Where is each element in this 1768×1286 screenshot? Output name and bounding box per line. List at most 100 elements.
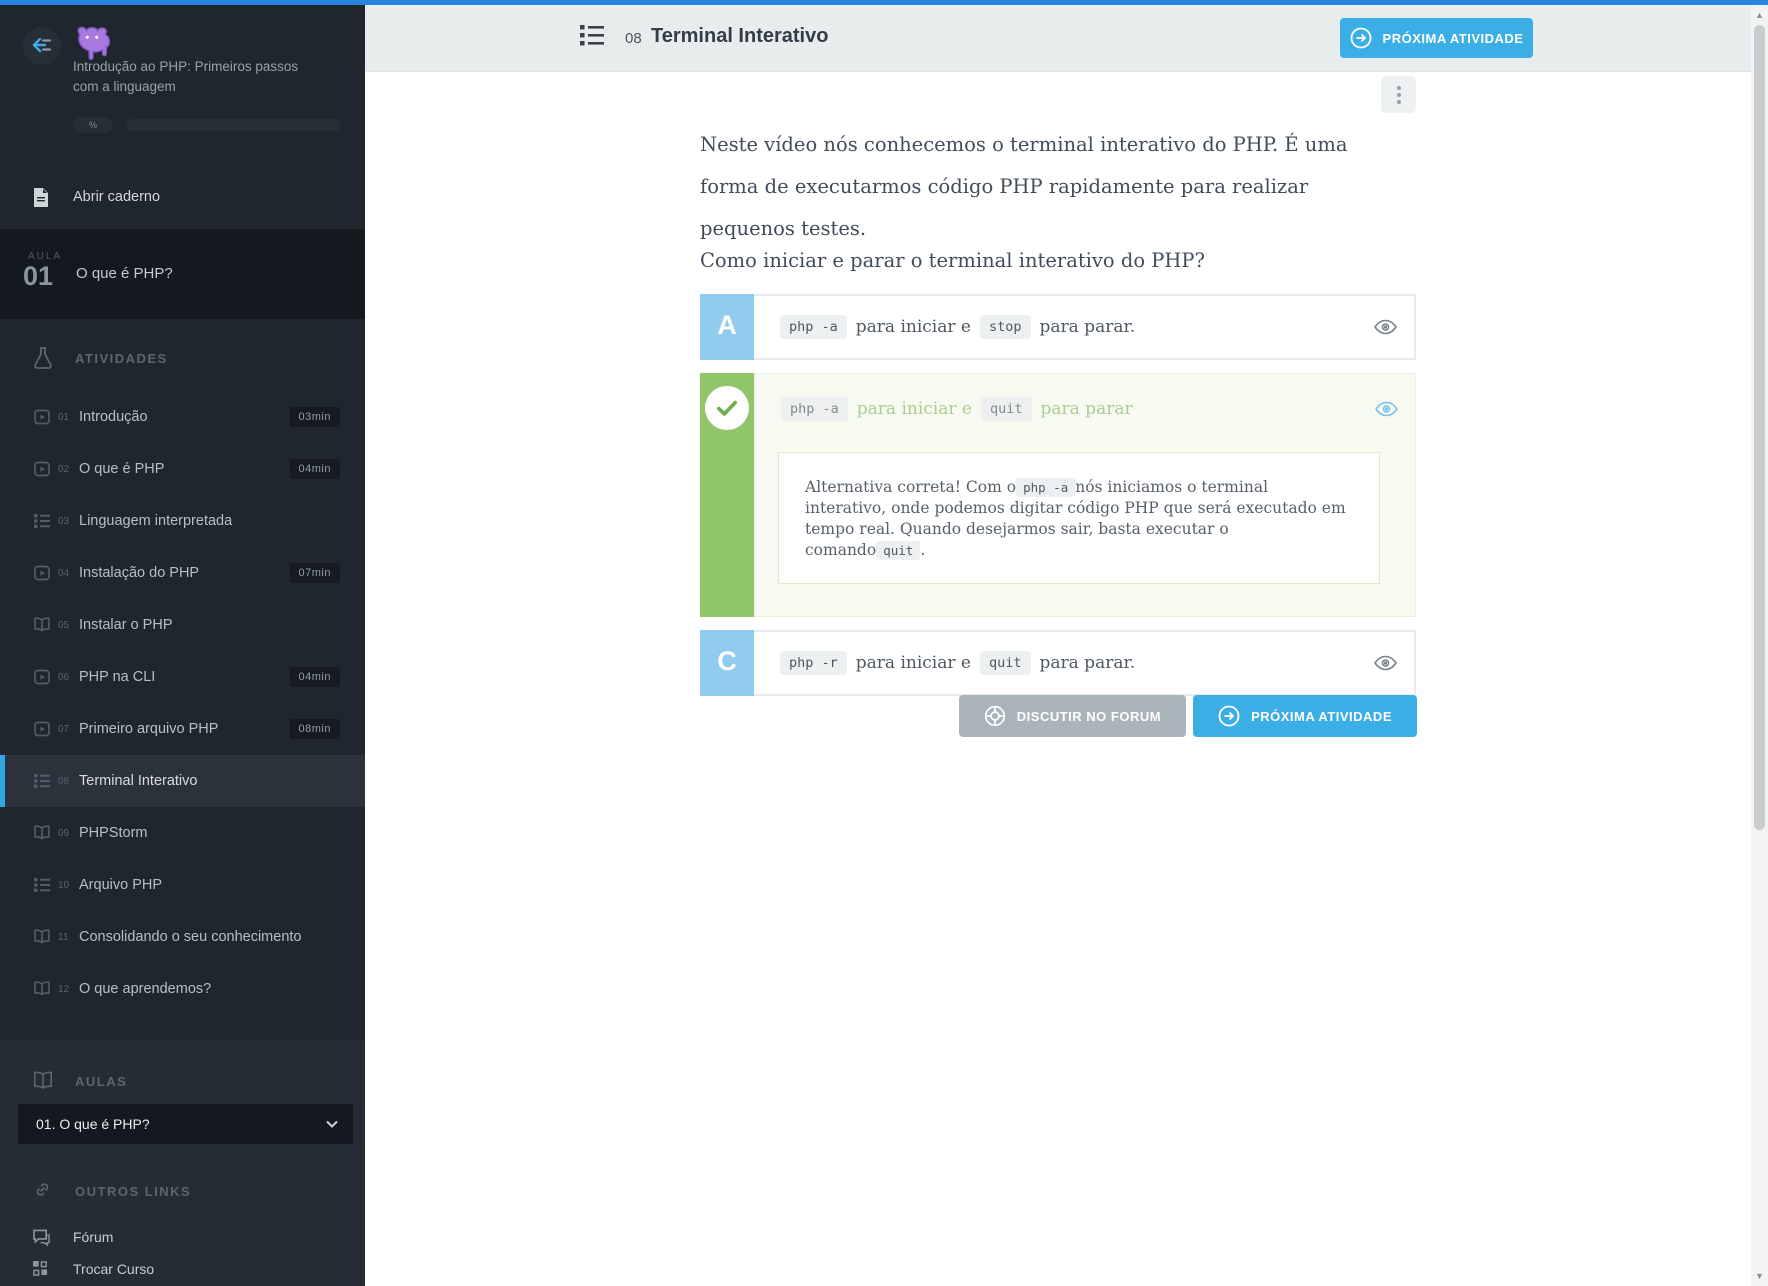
activity-label: O que é PHP [79,461,165,477]
next-activity-button-top[interactable]: PRÓXIMA ATIVIDADE [1340,18,1533,58]
reveal-answer-eye-icon[interactable] [1373,651,1398,676]
sidebar-activity-item[interactable]: 02 O que é PHP 04min [0,443,365,495]
answer-text-segment: para iniciar e [855,317,971,337]
activity-label: PHP na CLI [79,669,156,685]
current-lesson-banner[interactable]: AULA 01 O que é PHP? [0,229,365,319]
sidebar-activity-item[interactable]: 07 Primeiro arquivo PHP 08min [0,703,365,755]
option-letter: A [717,310,737,340]
sidebar-activity-item[interactable]: 06 PHP na CLI 04min [0,651,365,703]
reveal-answer-eye-icon[interactable] [1374,397,1399,422]
option-answer-text: php -r para iniciar e quit para parar. [754,632,1414,694]
discuss-forum-button[interactable]: DISCUTIR NO FORUM [958,695,1187,737]
main-content: 08 Terminal Interativo PRÓXIMA ATIVIDADE… [365,5,1751,1286]
sidebar-activity-item[interactable]: 10 Arquivo PHP [0,859,365,911]
arrow-right-circle-icon [1218,705,1240,727]
activity-number: 08 [58,775,70,787]
lesson-select-value: 01. O que é PHP? [36,1116,150,1132]
answer-feedback: Alternativa correta! Com o php -a nós inic… [778,452,1380,584]
activity-number: 03 [58,515,70,527]
sidebar-bottom-section: AULAS 01. O que é PHP? OUTROS LINKS Fóru… [0,1040,365,1286]
sidebar-activity-item[interactable]: 03 Linguagem interpretada [0,495,365,547]
code-chip: quit [980,397,1032,421]
arrow-right-circle-icon [1350,27,1372,49]
activity-label: Terminal Interativo [79,773,198,789]
lesson-title: O que é PHP? [76,265,173,282]
progress-percent-badge: % [73,117,114,133]
option-marker: C [700,630,754,696]
course-title: Introdução ao PHP: Primeiros passos com … [73,59,299,94]
other-links-section-label: OUTROS LINKS [75,1183,192,1199]
video-activity-icon [34,565,50,581]
reading-book-icon [34,825,50,841]
option-body: php -a para iniciar e quit para parar Alter… [754,373,1416,617]
video-activity-icon [34,669,50,685]
sidebar-activity-item[interactable]: 01 Introdução 03min [0,391,365,443]
activity-duration-badge: 03min [289,407,340,427]
aulas-section-label: AULAS [75,1073,128,1089]
discuss-forum-label: DISCUTIR NO FORUM [1016,708,1162,724]
activity-type-list-icon [580,24,604,46]
quiz-list-icon [34,513,50,529]
sidebar-activity-item[interactable]: 11 Consolidando o seu conhecimento [0,911,365,963]
book-icon [33,1070,53,1092]
sidebar-activity-item[interactable]: 09 PHPStorm [0,807,365,859]
scrollbar-thumb[interactable] [1754,25,1765,830]
question-intro-text: Neste vídeo nós conhecemos o terminal in… [700,133,1348,240]
footer-actions: DISCUTIR NO FORUM PRÓXIMA ATIVIDADE [700,695,1417,737]
answer-option[interactable]: C php -r para iniciar e quit para parar. [700,630,1416,696]
lesson-number: 01 [23,261,54,291]
activity-list: 01 Introdução 03min 02 O que é PHP 04min… [0,391,365,1015]
sidebar-item-label: Fórum [73,1229,114,1245]
kebab-dot [1396,85,1401,90]
reveal-answer-eye-icon[interactable] [1373,315,1398,340]
answer-text-segment: para parar. [1039,317,1136,337]
answer-options-list: A php -a para iniciar e stop para parar. ph… [700,294,1416,696]
activity-number: 12 [58,983,70,995]
link-icon [33,1180,53,1202]
activity-number: 07 [58,723,70,735]
activity-header: 08 Terminal Interativo PRÓXIMA ATIVIDADE [365,5,1751,72]
activity-number: 09 [58,827,70,839]
sidebar-item-trocar-curso[interactable]: Trocar Curso [0,1254,365,1284]
other-links-section-header: OUTROS LINKS [0,1178,365,1204]
next-activity-button-bottom[interactable]: PRÓXIMA ATIVIDADE [1193,695,1417,737]
option-marker: A [700,294,754,360]
correct-check-icon [705,386,749,430]
sidebar-item-forum[interactable]: Fórum [0,1222,365,1252]
notebook-icon [33,187,49,207]
page-title: Terminal Interativo [651,25,829,47]
activity-duration-badge: 08min [289,719,340,739]
sidebar-activity-item[interactable]: 12 O que aprendemos? [0,963,365,1015]
activities-section-header: ATIVIDADES [0,345,365,371]
kebab-dot [1396,99,1401,104]
answer-text-segment: para iniciar e [855,653,971,673]
forum-chat-icon [33,1229,50,1246]
scrollbar-down-arrow[interactable]: ▼ [1751,1268,1768,1284]
open-notebook-button[interactable]: Abrir caderno [0,175,365,219]
lesson-select-dropdown[interactable]: 01. O que é PHP? [18,1104,353,1144]
video-activity-icon [34,721,50,737]
next-activity-label: PRÓXIMA ATIVIDADE [1382,30,1524,46]
answer-text-segment: . [920,541,926,559]
video-activity-icon [34,461,50,477]
activity-label: Instalar o PHP [79,617,173,633]
flask-icon [33,347,53,369]
activities-section-label: ATIVIDADES [75,350,168,366]
answer-option[interactable]: php -a para iniciar e quit para parar Alter… [700,373,1416,617]
sidebar-activity-item[interactable]: 05 Instalar o PHP [0,599,365,651]
scrollbar-up-arrow[interactable]: ▲ [1751,7,1768,23]
option-answer-text: php -a para iniciar e stop para parar. [754,296,1414,358]
sidebar-activity-item[interactable]: 08 Terminal Interativo [0,755,365,807]
code-chip: quit [876,541,921,560]
collapse-sidebar-button[interactable] [23,27,61,65]
option-body: php -a para iniciar e stop para parar. [754,294,1416,360]
activity-duration-badge: 04min [289,459,340,479]
more-options-button[interactable] [1381,76,1416,113]
answer-text-segment: para parar [1040,399,1133,419]
chevron-down-icon [325,1117,339,1131]
option-letter: C [717,646,737,676]
activity-label: Arquivo PHP [79,877,163,893]
sidebar-activity-item[interactable]: 04 Instalação do PHP 07min [0,547,365,599]
answer-option[interactable]: A php -a para iniciar e stop para parar. [700,294,1416,360]
video-activity-icon [34,409,50,425]
